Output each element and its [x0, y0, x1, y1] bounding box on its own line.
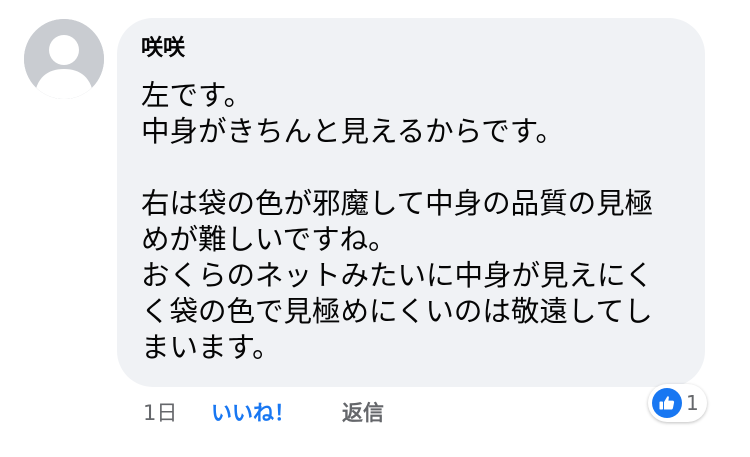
comment-line: 中身がきちんと見えるからです。: [141, 115, 564, 148]
reaction-count: 1: [686, 391, 699, 415]
comment-line: まいます。: [141, 331, 281, 364]
comment-author-name[interactable]: 咲咲: [141, 34, 185, 64]
comment-timestamp[interactable]: 1日: [143, 398, 177, 428]
like-button[interactable]: いいね！: [211, 398, 295, 428]
comment-line: めが難しいですね。: [141, 223, 397, 256]
comment-line: 右は袋の色が邪魔して中身の品質の見極: [141, 187, 654, 220]
comment-line: く袋の色で見極めにくいのは敬遠してし: [141, 295, 653, 328]
thumbs-up-icon: [652, 388, 682, 418]
comment-line: おくらのネットみたいに中身が見えにく: [141, 259, 654, 292]
reply-button[interactable]: 返信: [342, 398, 384, 428]
comment-line: 左です。: [141, 79, 253, 112]
comment-blank-line: [141, 150, 701, 186]
reaction-badge[interactable]: 1: [648, 384, 707, 422]
avatar[interactable]: [24, 19, 104, 99]
profile-silhouette-icon: [24, 19, 104, 99]
comment-body: 左です。 中身がきちんと見えるからです。 右は袋の色が邪魔して中身の品質の見極 …: [141, 78, 701, 366]
